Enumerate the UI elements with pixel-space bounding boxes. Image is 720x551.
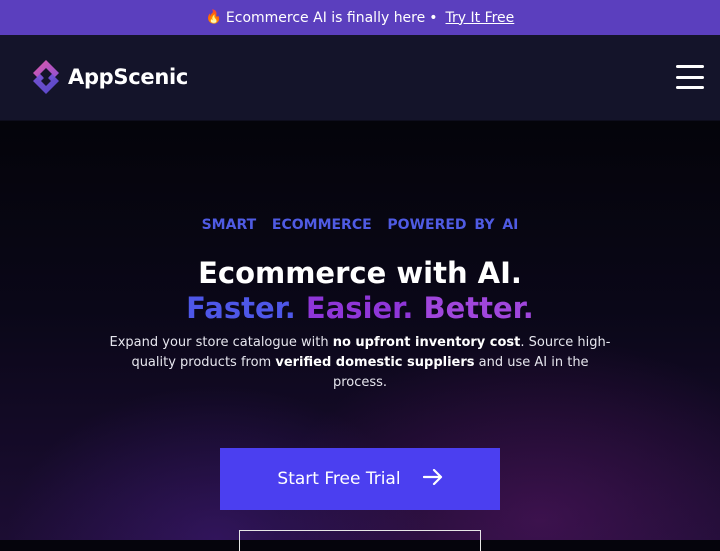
brand-logo[interactable]: AppScenic — [30, 58, 188, 96]
announcement-text: Ecommerce AI is finally here — [225, 9, 426, 26]
fire-icon: 🔥 — [205, 10, 222, 25]
desc-text: Expand your store catalogue with — [109, 335, 333, 350]
hero-description: Expand your store catalogue with no upfr… — [105, 333, 615, 393]
hero-eyebrow: SMART ECOMMERCE POWERED BY AI — [201, 217, 519, 233]
hero-section: SMART ECOMMERCE POWERED BY AI Ecommerce … — [0, 121, 720, 551]
announcement-separator: • — [429, 9, 438, 26]
start-free-trial-button[interactable]: Start Free Trial — [220, 448, 500, 510]
hero-tagline: Faster. Easier. Better. — [0, 290, 720, 326]
hamburger-menu-icon[interactable] — [676, 65, 704, 89]
arrow-right-icon — [422, 468, 443, 490]
tagline-better: Better. — [423, 291, 534, 325]
menu-line — [676, 65, 704, 68]
tagline-faster: Faster. — [186, 291, 296, 325]
menu-line — [676, 75, 704, 79]
brand-name: AppScenic — [68, 65, 189, 89]
cta-label: Start Free Trial — [277, 469, 401, 489]
appscenic-logo-icon — [33, 60, 59, 94]
secondary-button[interactable] — [239, 530, 481, 551]
menu-line — [676, 86, 704, 89]
hero-headline: Ecommerce with AI. — [198, 256, 522, 290]
try-it-free-link[interactable]: Try It Free — [446, 10, 515, 26]
tagline-easier: Easier. — [305, 291, 414, 325]
navbar: AppScenic — [0, 35, 720, 121]
desc-bold: verified domestic suppliers — [275, 355, 475, 370]
announcement-bar: 🔥 Ecommerce AI is finally here • Try It … — [0, 0, 720, 35]
desc-bold: no upfront inventory cost — [332, 335, 521, 350]
